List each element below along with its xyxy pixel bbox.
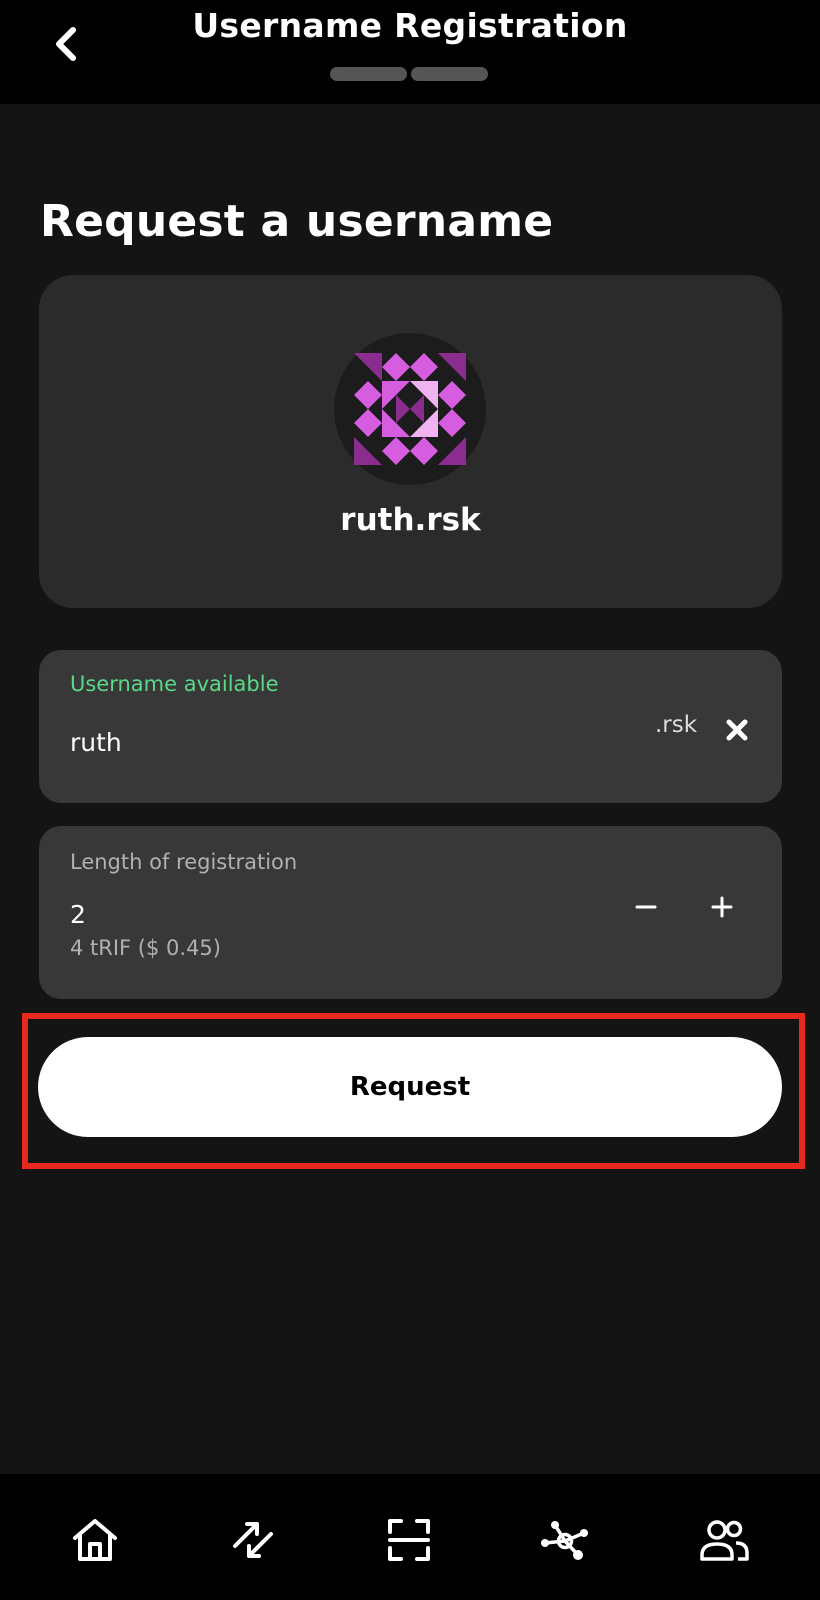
username-status: Username available <box>70 672 279 696</box>
domain-suffix: .rsk <box>655 712 698 738</box>
home-icon <box>73 1519 117 1561</box>
profile-preview-card: ruth.rsk <box>39 275 782 608</box>
registration-price: 4 tRIF ($ 0.45) <box>70 936 221 960</box>
nav-contacts[interactable] <box>696 1512 752 1568</box>
scan-icon <box>388 1519 430 1561</box>
step-indicator-2 <box>411 67 488 81</box>
registration-length-field: Length of registration 2 4 tRIF ($ 0.45) <box>39 826 782 999</box>
clear-username-button[interactable] <box>722 715 752 745</box>
registration-length-value: 2 <box>70 900 86 929</box>
username-input[interactable]: ruth <box>70 728 122 757</box>
avatar <box>334 333 486 485</box>
network-icon <box>541 1521 588 1560</box>
close-icon <box>726 719 748 741</box>
profile-name: ruth.rsk <box>340 502 481 538</box>
username-field[interactable]: Username available ruth .rsk <box>39 650 782 803</box>
step-progress <box>330 67 488 81</box>
nav-network[interactable] <box>537 1512 593 1568</box>
identicon-avatar-icon <box>354 353 466 465</box>
increment-length-button[interactable] <box>699 884 745 930</box>
nav-home[interactable] <box>67 1512 123 1568</box>
header-title: Username Registration <box>192 6 628 45</box>
page-title: Request a username <box>40 196 554 247</box>
transfer-icon <box>233 1522 273 1558</box>
registration-length-label: Length of registration <box>70 850 298 874</box>
request-button[interactable]: Request <box>38 1037 782 1137</box>
decrement-length-button[interactable] <box>623 884 669 930</box>
contacts-icon <box>700 1520 749 1561</box>
app-header: Username Registration <box>0 0 820 104</box>
step-indicator-1 <box>330 67 407 81</box>
nav-scan[interactable] <box>381 1512 437 1568</box>
plus-icon <box>711 896 733 918</box>
minus-icon <box>635 905 657 909</box>
nav-transfer[interactable] <box>225 1512 281 1568</box>
bottom-navigation <box>0 1474 820 1600</box>
